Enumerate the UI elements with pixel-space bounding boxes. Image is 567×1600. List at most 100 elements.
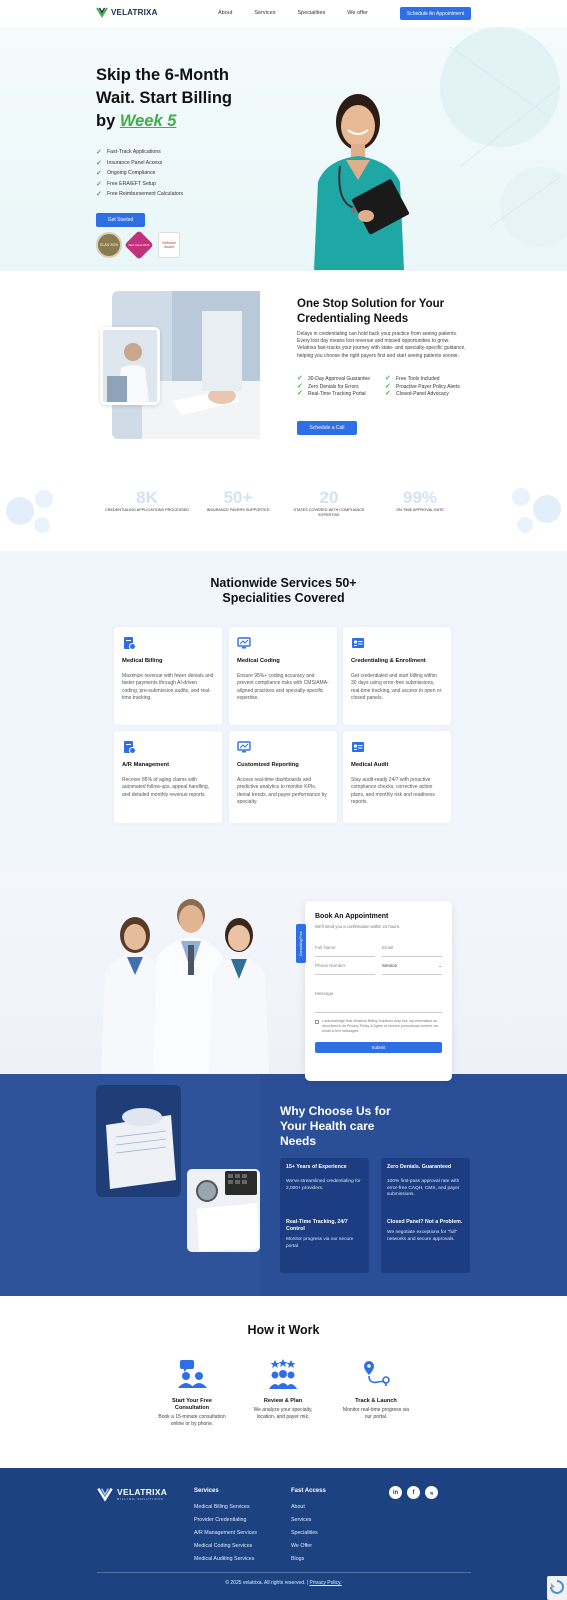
stat-number: 50+ bbox=[223, 488, 253, 507]
why-card: Closed Panel? Not a Problem. We negotiat… bbox=[381, 1213, 470, 1273]
logo-icon bbox=[97, 1488, 113, 1502]
service-card-title: Credentialing & Enrollment bbox=[351, 658, 426, 664]
checklist-text: Free ERA/EFT Setup bbox=[107, 180, 156, 187]
hero-section: Skip the 6-Month Wait. Start Billing by … bbox=[0, 27, 567, 271]
phone-field[interactable]: Phone Number bbox=[315, 963, 375, 975]
step-title: Track & Launch bbox=[355, 1398, 397, 1404]
award-badge-text: Best Cloud 2025 bbox=[128, 243, 150, 247]
consent-text: I acknowledge that Velatrixa Billing Sol… bbox=[322, 1019, 438, 1033]
why-card: 15+ Years of Experience We've streamline… bbox=[280, 1158, 369, 1218]
checklist-item: ✓ Free ERA/EFT Setup bbox=[96, 179, 183, 190]
step-item: Start Your Free Consultation Book a 15-m… bbox=[157, 1358, 227, 1428]
feature-item: ✓ Zero Denials for Errors bbox=[297, 383, 385, 391]
footer-link[interactable]: Specialities bbox=[291, 1527, 326, 1540]
documents-photo bbox=[96, 1085, 181, 1197]
brand-logo[interactable]: VELATRIXA bbox=[96, 6, 158, 18]
checklist-item: ✓ Insurance Panel Access bbox=[96, 158, 183, 169]
hero-title-line1: Skip the 6-Month bbox=[96, 66, 229, 84]
privacy-policy-link[interactable]: Privacy Policy. bbox=[310, 1580, 342, 1586]
feature-item: ✓ Proactive Payer Policy Alerts bbox=[385, 383, 469, 391]
service-card-desc: Recover 85% of aging claims with automat… bbox=[122, 777, 210, 798]
recaptcha-badge[interactable] bbox=[547, 1576, 567, 1600]
service-card-title: Medical Billing bbox=[122, 658, 163, 664]
footer-column-title: Fast Access bbox=[291, 1488, 326, 1494]
footer-link[interactable]: Services bbox=[291, 1514, 326, 1527]
nav-link-about[interactable]: About bbox=[218, 10, 232, 16]
why-card-title: Real-Time Tracking, 24/7 Control bbox=[286, 1219, 348, 1232]
nav-link-we-offer[interactable]: We offer bbox=[347, 10, 368, 16]
service-card[interactable]: Customized Reporting Access real-time da… bbox=[229, 731, 337, 823]
why-card-desc: We've streamlined credentialing for 2,00… bbox=[286, 1179, 361, 1191]
billing-icon bbox=[124, 741, 136, 754]
facebook-icon[interactable]: f bbox=[407, 1486, 420, 1499]
checklist-text: Fast-Track Applications bbox=[107, 149, 161, 156]
footer-link[interactable]: Provider Credentialing bbox=[194, 1514, 257, 1527]
nurse-photo bbox=[314, 94, 409, 270]
award-badge: Best Cloud 2025 bbox=[124, 230, 154, 260]
form-title: Book An Appointment bbox=[315, 913, 389, 920]
check-icon: ✓ bbox=[297, 375, 303, 382]
footer-brand[interactable]: VELATRIXA BILLING SOLUTIONS bbox=[97, 1486, 167, 1502]
service-select[interactable]: Service ⌄ bbox=[382, 963, 442, 975]
why-title-line3: Needs bbox=[280, 1134, 317, 1148]
logo-icon bbox=[96, 7, 108, 18]
service-card[interactable]: Medical Billing Maximize revenue with fe… bbox=[114, 627, 222, 725]
footer-link[interactable]: About bbox=[291, 1501, 326, 1514]
instagram-icon[interactable]: ig bbox=[425, 1486, 438, 1499]
service-select-value: Service bbox=[382, 963, 398, 968]
why-title: Why Choose Us for Your Health care Needs bbox=[280, 1104, 420, 1149]
email-field[interactable]: Email bbox=[382, 945, 442, 957]
check-icon: ✓ bbox=[96, 149, 102, 157]
inset-photo bbox=[100, 327, 160, 405]
consent-row: I acknowledge that Velatrixa Billing Sol… bbox=[315, 1019, 442, 1034]
service-card[interactable]: Medical Audit Stay audit-ready 24/7 with… bbox=[343, 731, 451, 823]
top-navbar: VELATRIXA About Services Specialities We… bbox=[0, 0, 567, 27]
id-card-icon bbox=[352, 638, 364, 648]
check-icon: ✓ bbox=[96, 191, 102, 199]
onestop-paragraph: Delays in credentialing can hold back yo… bbox=[297, 331, 466, 359]
footer-link[interactable]: Medical Coding Services bbox=[194, 1540, 257, 1553]
schedule-call-button[interactable]: Schedule a Call bbox=[297, 421, 357, 435]
stat-item: 8K CREDENTIALING APPLICATIONS PROCESSED bbox=[102, 488, 192, 513]
feature-text: Free Tools Included bbox=[396, 376, 440, 382]
service-card[interactable]: A/R Management Recover 85% of aging clai… bbox=[114, 731, 222, 823]
footer-link[interactable]: Medical Billing Services bbox=[194, 1501, 257, 1514]
footer-link[interactable]: Medical Auditing Services bbox=[194, 1553, 257, 1566]
message-field[interactable]: Message bbox=[315, 991, 442, 1013]
service-card[interactable]: Credentialing & Enrollment Get credentia… bbox=[343, 627, 451, 725]
nav-link-services[interactable]: Services bbox=[254, 10, 275, 16]
how-title: How it Work bbox=[247, 1323, 320, 1337]
submit-button[interactable]: Submit bbox=[315, 1042, 442, 1053]
onestop-features: ✓ 30-Day Approval Guarantee ✓ Free Tools I… bbox=[297, 375, 469, 398]
footer-link[interactable]: Blogs bbox=[291, 1553, 326, 1566]
service-card[interactable]: Medical Coding Ensure 95%+ coding accura… bbox=[229, 627, 337, 725]
why-title-line1: Why Choose Us for bbox=[280, 1104, 391, 1118]
service-card-desc: Get credentialed and start billing withi… bbox=[351, 673, 442, 702]
schedule-appointment-button[interactable]: Schedule An Appointment bbox=[400, 7, 471, 20]
why-card-title: Closed Panel? Not a Problem. bbox=[387, 1219, 463, 1225]
appointment-section: Consulting Free Book An Appointment We'l… bbox=[0, 871, 567, 1081]
stat-label: INSURANCE PAYERS SUPPORTED bbox=[206, 508, 270, 512]
linkedin-icon[interactable]: in bbox=[389, 1486, 402, 1499]
consent-checkbox[interactable] bbox=[315, 1019, 319, 1024]
footer-link[interactable]: We Offer bbox=[291, 1540, 326, 1553]
check-icon: ✓ bbox=[385, 390, 391, 397]
checklist-item: ✓ Ongoing Compliance bbox=[96, 168, 183, 179]
step-title: Start Your Free Consultation bbox=[172, 1398, 212, 1411]
nav-link-specialities[interactable]: Specialities bbox=[297, 10, 325, 16]
consulting-free-tab[interactable]: Consulting Free bbox=[296, 924, 306, 963]
feature-item: ✓ Closed-Panel Advocacy bbox=[385, 390, 469, 398]
full-name-field[interactable]: Full Name bbox=[315, 945, 375, 957]
feature-text: Proactive Payer Policy Alerts bbox=[396, 383, 460, 390]
footer-brand-sub: BILLING SOLUTIONS bbox=[117, 1497, 164, 1501]
feature-text: Real-Time Tracking Portal bbox=[308, 391, 366, 397]
why-card: Real-Time Tracking, 24/7 Control Monitor… bbox=[280, 1213, 369, 1273]
doctors-group-photo bbox=[101, 899, 269, 1074]
feature-text: 30-Day Approval Guarantee bbox=[308, 376, 370, 382]
footer-link[interactable]: A/R Management Services bbox=[194, 1527, 257, 1540]
copyright: © 2025 velatrixa. All rights reserved. |… bbox=[0, 1580, 567, 1586]
get-started-button[interactable]: Get Started bbox=[96, 213, 145, 227]
recaptcha-icon bbox=[550, 1580, 564, 1594]
route-icon bbox=[364, 1361, 390, 1387]
feature-item: ✓ 30-Day Approval Guarantee bbox=[297, 375, 385, 383]
